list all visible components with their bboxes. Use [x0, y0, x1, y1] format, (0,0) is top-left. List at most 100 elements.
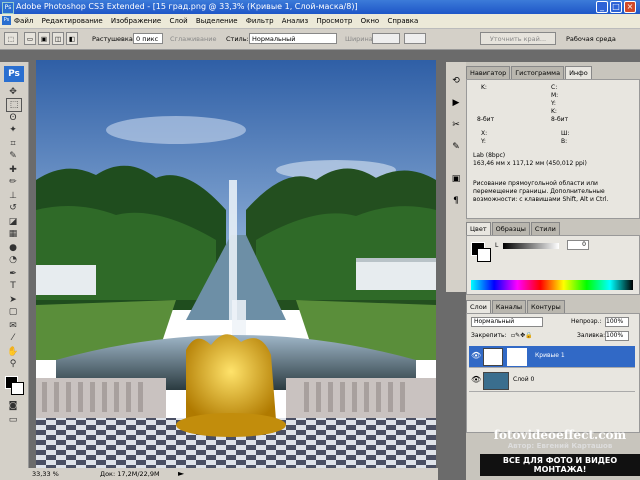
quick-mask-icon[interactable]: ◙	[6, 400, 20, 412]
info-mode: Lab (8bpc)	[473, 152, 506, 159]
info-panel: K: C: M: Y: K: 8-бит 8-бит X: Y: Ш: В: L…	[466, 79, 640, 219]
eye-icon[interactable]: 👁	[471, 376, 481, 384]
marquee-preset-icon[interactable]: ⬚	[4, 32, 18, 45]
marquee-tool-icon[interactable]: ⬚	[6, 98, 22, 112]
menu-window[interactable]: Окно	[361, 17, 380, 25]
opacity-input[interactable]: 100%	[605, 317, 629, 327]
doc-size: Док: 17,2M/22,9M	[100, 470, 160, 478]
refine-edge-button[interactable]: Уточнить край...	[480, 32, 556, 45]
info-bits-left: 8-бит	[477, 116, 495, 123]
menu-edit[interactable]: Редактирование	[42, 17, 103, 25]
intersect-selection-icon[interactable]: ◧	[66, 32, 78, 45]
tab-styles[interactable]: Стили	[530, 222, 560, 236]
color-l-value[interactable]: 0	[567, 240, 589, 250]
tab-info[interactable]: Инфо	[565, 66, 592, 80]
maximize-button[interactable]: □	[610, 1, 622, 13]
notes-tool-icon[interactable]: ✉	[6, 320, 20, 332]
eyedropper-tool-icon[interactable]: ⁄	[6, 332, 20, 344]
menu-view[interactable]: Просмотр	[316, 17, 352, 25]
width-input[interactable]	[372, 33, 400, 44]
color-bg-swatch[interactable]	[477, 248, 491, 262]
eye-icon[interactable]: 👁	[471, 352, 481, 360]
layer-comps-icon[interactable]: ▣	[449, 172, 463, 186]
background-color-swatch[interactable]	[11, 382, 24, 395]
menu-file[interactable]: Файл	[14, 17, 33, 25]
color-panel: L 0	[466, 235, 640, 295]
brush-tool-icon[interactable]: ✏	[6, 176, 20, 188]
history-brush-icon[interactable]: ↺	[6, 202, 20, 214]
history-panel-icon[interactable]: ⟲	[449, 74, 463, 88]
hand-tool-icon[interactable]: ✋	[6, 346, 20, 358]
dodge-tool-icon[interactable]: ◔	[6, 254, 20, 266]
close-button[interactable]: ×	[624, 1, 636, 13]
shape-tool-icon[interactable]: ▢	[6, 306, 20, 318]
color-l-slider[interactable]	[503, 243, 559, 249]
add-selection-icon[interactable]: ▣	[38, 32, 50, 45]
antialias-checkbox[interactable]: Сглаживание	[170, 34, 216, 44]
menu-analysis[interactable]: Анализ	[282, 17, 308, 25]
menu-image[interactable]: Изображение	[111, 17, 161, 25]
info-y-coord-label: Y:	[481, 138, 486, 145]
tab-layers[interactable]: Слои	[466, 300, 491, 314]
menu-help[interactable]: Справка	[387, 17, 418, 25]
eraser-tool-icon[interactable]: ◪	[6, 216, 20, 228]
minimize-button[interactable]: _	[596, 1, 608, 13]
layer-row-curves[interactable]: 👁 Кривые 1	[469, 346, 635, 368]
layer-name[interactable]: Кривые 1	[535, 352, 565, 360]
info-k2-label: K:	[551, 108, 557, 115]
crop-tool-icon[interactable]: ⌗	[6, 138, 20, 150]
clone-stamp-icon[interactable]: ⊥	[6, 190, 20, 202]
actions-panel-icon[interactable]: ▶	[449, 96, 463, 110]
new-selection-icon[interactable]: ▭	[24, 32, 36, 45]
status-arrow-icon[interactable]: ►	[178, 468, 184, 480]
document-canvas[interactable]	[36, 60, 436, 468]
layers-panel: Нормальный Непрозр.: 100% Закрепить: ▫✎✥…	[466, 313, 640, 433]
fill-input[interactable]: 100%	[605, 331, 629, 341]
slice-tool-icon[interactable]: ✎	[6, 150, 20, 162]
menu-filter[interactable]: Фильтр	[246, 17, 274, 25]
photoshop-icon: Ps	[2, 2, 14, 14]
brushes-panel-icon[interactable]: ✎	[449, 140, 463, 154]
tab-navigator[interactable]: Навигатор	[466, 66, 511, 80]
feather-input[interactable]: 0 пикс	[133, 33, 163, 44]
magic-wand-tool-icon[interactable]: ✦	[6, 124, 20, 136]
zoom-level[interactable]: 33,33 %	[32, 468, 59, 480]
zoom-tool-icon[interactable]: ⚲	[6, 358, 20, 370]
healing-brush-icon[interactable]: ✚	[6, 164, 20, 176]
blend-mode-select[interactable]: Нормальный	[471, 317, 543, 327]
lock-label: Закрепить:	[471, 332, 507, 339]
height-input[interactable]	[404, 33, 426, 44]
screen-mode-icon[interactable]: ▭	[6, 414, 20, 426]
style-label: Стиль:	[226, 35, 249, 43]
lasso-tool-icon[interactable]: ʘ	[6, 112, 20, 124]
tab-color[interactable]: Цвет	[466, 222, 491, 236]
fill-label: Заливка:	[577, 332, 606, 339]
menu-layer[interactable]: Слой	[169, 17, 187, 25]
tab-histogram[interactable]: Гистограмма	[511, 66, 565, 80]
ps-menu-icon[interactable]: Ps	[2, 16, 11, 25]
menu-select[interactable]: Выделение	[196, 17, 238, 25]
layer-name: Слой 0	[513, 376, 535, 383]
width-label: Ширина:	[345, 35, 375, 43]
blur-tool-icon[interactable]: ●	[6, 242, 20, 254]
workspace-menu[interactable]: Рабочая среда	[566, 34, 616, 44]
type-tool-icon[interactable]: T	[6, 280, 20, 292]
pen-tool-icon[interactable]: ✒	[6, 268, 20, 280]
tab-paths[interactable]: Контуры	[527, 300, 565, 314]
color-l-label: L	[495, 242, 499, 249]
path-select-icon[interactable]: ➤	[6, 294, 20, 306]
tools-preset-icon[interactable]: ✂	[449, 118, 463, 132]
subtract-selection-icon[interactable]: ◫	[52, 32, 64, 45]
mask-thumbnail[interactable]	[507, 348, 527, 366]
move-tool-icon[interactable]: ✥	[6, 86, 20, 98]
tab-swatches[interactable]: Образцы	[491, 222, 530, 236]
color-ramp[interactable]	[471, 280, 633, 290]
window-titlebar: Ps Adobe Photoshop CS3 Extended - [15 гр…	[0, 0, 640, 14]
gradient-tool-icon[interactable]: ▦	[6, 228, 20, 240]
panel-dock: ⟲ ▶ ✂ ✎ ▣ ¶	[446, 62, 466, 292]
lock-icon[interactable]: ▫✎✥🔒	[511, 332, 533, 340]
style-select[interactable]: Нормальный	[249, 33, 337, 44]
layer-row-background[interactable]: 👁 Слой 0	[469, 370, 635, 392]
paragraph-panel-icon[interactable]: ¶	[449, 194, 463, 208]
tab-channels[interactable]: Каналы	[491, 300, 527, 314]
